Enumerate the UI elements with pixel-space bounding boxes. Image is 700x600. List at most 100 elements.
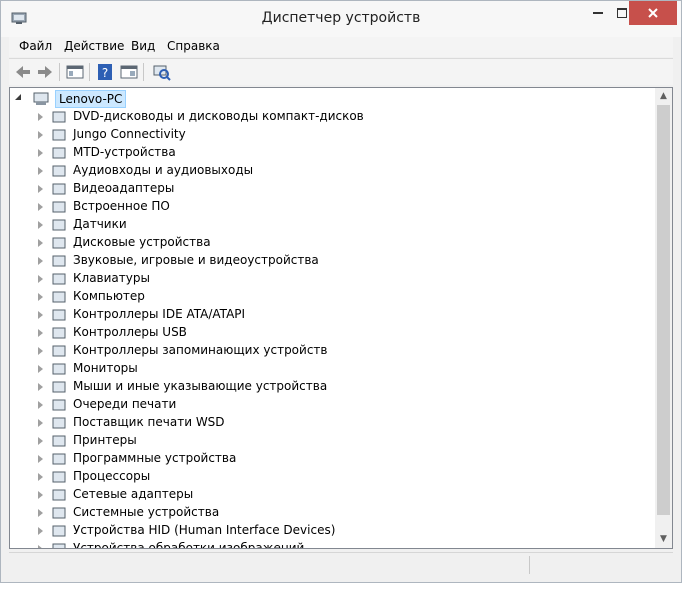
mouse-icon — [51, 379, 67, 395]
menu-file[interactable]: Файл — [19, 39, 52, 53]
tree-node-label: Клавиатуры — [73, 271, 150, 285]
tree-node-label: Аудиовходы и аудиовыходы — [73, 163, 254, 177]
usb-device-icon — [51, 127, 67, 143]
hard-disk-icon — [51, 235, 67, 251]
expand-icon[interactable] — [38, 131, 43, 139]
menu-view[interactable]: Вид — [131, 39, 155, 53]
expand-icon[interactable] — [38, 437, 43, 445]
expand-icon[interactable] — [38, 455, 43, 463]
storage-device-icon — [51, 145, 67, 161]
print-queue-icon — [51, 397, 67, 413]
ide-controller-icon — [51, 307, 67, 323]
wsd-printer-icon — [51, 415, 67, 431]
expand-icon[interactable] — [38, 293, 43, 301]
tree-node-label: Мониторы — [73, 361, 138, 375]
tree-node-label: Очереди печати — [73, 397, 177, 411]
tree-node-label: Поставщик печати WSD — [73, 415, 225, 429]
device-tree[interactable]: Lenovo-PC DVD-дисководы и дисководы комп… — [9, 87, 673, 549]
device-manager-window: Диспетчер устройств Файл Действие Вид Сп… — [0, 0, 682, 583]
expand-icon[interactable] — [38, 365, 43, 373]
collapse-icon[interactable] — [15, 94, 21, 100]
scan-hardware-icon[interactable] — [151, 62, 171, 82]
expand-icon[interactable] — [38, 419, 43, 427]
expand-icon[interactable] — [38, 275, 43, 283]
tree-root-label[interactable]: Lenovo-PC — [55, 90, 127, 108]
expand-icon[interactable] — [38, 311, 43, 319]
dvd-drive-icon — [51, 109, 67, 125]
back-arrow-icon[interactable] — [13, 62, 33, 82]
toolbar: ? — [9, 58, 673, 85]
tree-node-label: Дисковые устройства — [73, 235, 211, 249]
expand-icon[interactable] — [38, 527, 43, 535]
expand-icon[interactable] — [38, 239, 43, 247]
expand-icon[interactable] — [38, 545, 43, 548]
network-adapter-icon — [51, 487, 67, 503]
toolbar-separator — [89, 63, 90, 81]
tree-node-label: DVD-дисководы и дисководы компакт-дисков — [73, 109, 364, 123]
expand-icon[interactable] — [38, 509, 43, 517]
title-bar[interactable]: Диспетчер устройств — [1, 1, 681, 37]
expand-icon[interactable] — [38, 401, 43, 409]
expand-icon[interactable] — [38, 149, 43, 157]
window-title: Диспетчер устройств — [261, 10, 421, 26]
computer-icon — [32, 91, 52, 107]
close-button[interactable] — [629, 1, 677, 25]
monitor-icon — [51, 361, 67, 377]
toolbar-separator — [143, 63, 144, 81]
scroll-down-arrow-icon[interactable]: ▼ — [655, 531, 672, 548]
expand-icon[interactable] — [38, 167, 43, 175]
keyboard-icon — [51, 271, 67, 287]
expand-icon[interactable] — [38, 221, 43, 229]
show-hide-tree-icon[interactable] — [65, 62, 85, 82]
printer-icon — [51, 433, 67, 449]
forward-arrow-icon[interactable] — [35, 62, 55, 82]
status-separator — [529, 556, 530, 574]
expand-icon[interactable] — [38, 347, 43, 355]
usb-plug-icon — [51, 325, 67, 341]
svg-text:?: ? — [102, 66, 108, 80]
expand-icon[interactable] — [38, 491, 43, 499]
computer-icon — [51, 289, 67, 305]
sound-icon — [51, 253, 67, 269]
software-device-icon — [51, 451, 67, 467]
tree-node-label: Процессоры — [73, 469, 151, 483]
expand-icon[interactable] — [38, 329, 43, 337]
tree-node-label: Принтеры — [73, 433, 137, 447]
toolbar-separator — [59, 63, 60, 81]
scroll-thumb[interactable] — [657, 105, 670, 515]
menu-action[interactable]: Действие — [64, 39, 124, 53]
tree-node-label: Системные устройства — [73, 505, 220, 519]
status-bar — [9, 552, 673, 577]
tree-node-label: MTD-устройства — [73, 145, 176, 159]
expand-icon[interactable] — [38, 203, 43, 211]
storage-controller-icon — [51, 343, 67, 359]
tree-node-label: Контроллеры запоминающих устройств — [73, 343, 328, 357]
speaker-icon — [51, 163, 67, 179]
display-adapter-icon — [51, 181, 67, 197]
menu-bar: Файл Действие Вид Справка — [9, 37, 673, 57]
scroll-up-arrow-icon[interactable]: ▲ — [655, 88, 672, 105]
system-device-icon — [51, 505, 67, 521]
expand-icon[interactable] — [38, 473, 43, 481]
tree-node-label: Видеоадаптеры — [73, 181, 175, 195]
hid-device-icon — [51, 523, 67, 539]
tree-node-label: Датчики — [73, 217, 127, 231]
tree-node-label: Компьютер — [73, 289, 145, 303]
tree-node-label: Устройства HID (Human Interface Devices) — [73, 523, 336, 537]
tree-node-label: Сетевые адаптеры — [73, 487, 194, 501]
firmware-chip-icon — [51, 199, 67, 215]
properties-icon[interactable] — [119, 62, 139, 82]
vertical-scrollbar[interactable]: ▲ ▼ — [655, 88, 672, 548]
tree-node-label: Встроенное ПО — [73, 199, 170, 213]
close-icon — [648, 8, 658, 18]
tree-node-label: Jungo Connectivity — [73, 127, 186, 141]
expand-icon[interactable] — [38, 383, 43, 391]
expand-icon[interactable] — [38, 257, 43, 265]
expand-icon[interactable] — [38, 113, 43, 121]
tree-node-label: Контроллеры USB — [73, 325, 187, 339]
expand-icon[interactable] — [38, 185, 43, 193]
help-icon[interactable]: ? — [95, 62, 115, 82]
menu-help[interactable]: Справка — [167, 39, 220, 53]
tree-node-label: Программные устройства — [73, 451, 237, 465]
imaging-device-icon — [51, 541, 67, 548]
